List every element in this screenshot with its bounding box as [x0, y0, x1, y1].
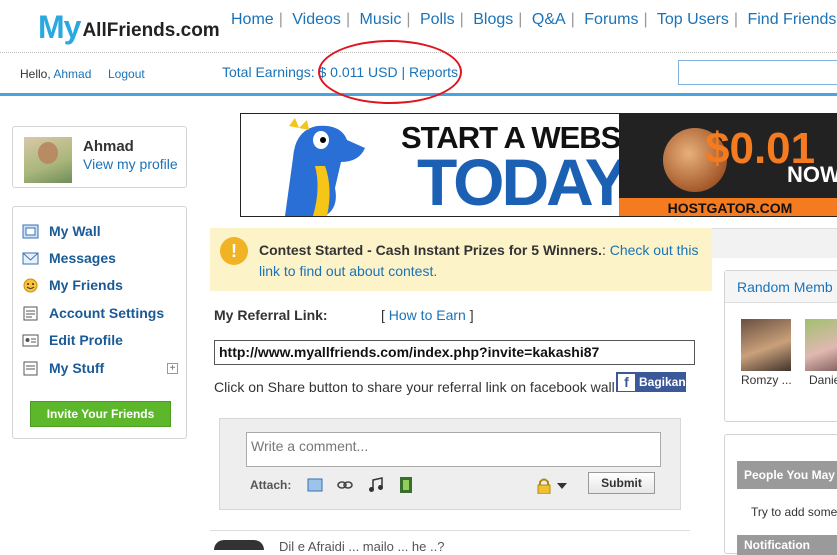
people-you-may-know-box: People You May Try to add some Notificat…: [724, 434, 837, 555]
sidebar-item-label: My Wall: [49, 223, 101, 239]
comment-textarea[interactable]: Write a comment...: [246, 432, 661, 467]
member-name[interactable]: Romzy ...: [741, 373, 792, 387]
contest-notice: ! Contest Started - Cash Instant Prizes …: [210, 228, 712, 291]
how-to-earn-link[interactable]: How to Earn: [389, 307, 466, 323]
friends-icon: [23, 278, 38, 292]
facebook-share-label: Bagikan: [639, 375, 686, 389]
submit-button[interactable]: Submit: [588, 472, 655, 494]
feed-avatar[interactable]: [214, 540, 264, 550]
top-navigation: Home | Videos | Music | Polls | Blogs | Q&A | …: [231, 11, 837, 28]
referral-label: My Referral Link:: [214, 307, 328, 323]
sidebar-item-label: Messages: [49, 250, 116, 266]
nav-polls[interactable]: Polls: [420, 11, 455, 28]
greeting-label: Hello,: [20, 67, 51, 81]
nav-music[interactable]: Music: [360, 11, 402, 28]
annotation-circle: [318, 40, 462, 104]
profile-name: Ahmad: [83, 138, 134, 155]
feed-divider: [210, 530, 690, 531]
random-members-title: Random Memb: [725, 271, 837, 303]
logo-my: My: [38, 9, 81, 45]
people-you-may-text: Try to add some: [751, 505, 837, 519]
how-to-earn-bracket-close: ]: [469, 307, 474, 323]
greeting-username: Ahmad: [53, 67, 92, 81]
nav-videos[interactable]: Videos: [292, 11, 341, 28]
sidebar-item-edit-profile[interactable]: Edit Profile: [22, 330, 123, 350]
facebook-share-button[interactable]: f Bagikan: [616, 372, 686, 392]
random-members-box: Random Memb Romzy ... Danie: [724, 270, 837, 422]
search-input[interactable]: [678, 60, 837, 85]
edit-profile-icon: [22, 334, 39, 346]
sidebar-item-account-settings[interactable]: Account Settings: [22, 303, 164, 323]
sidebar-item-label: My Friends: [49, 277, 123, 293]
how-to-earn: [ How to Earn ]: [381, 307, 474, 323]
attach-label: Attach:: [250, 478, 292, 492]
banner-price-panel: $0.01 NOW HOSTGATOR.COM: [619, 114, 837, 216]
expand-plus-icon[interactable]: +: [167, 363, 178, 374]
sidebar-menu: My Wall Messages My Friends Account Sett…: [12, 206, 187, 439]
nav-forums[interactable]: Forums: [584, 11, 638, 28]
share-instructions: Click on Share button to share your refe…: [214, 379, 615, 395]
how-to-earn-bracket-open: [: [381, 307, 385, 323]
people-you-may-title: People You May: [737, 461, 837, 489]
feed-item-text: Dil e Afraidi ... mailo ... he ..?: [279, 539, 445, 554]
banner-domain: HOSTGATOR.COM: [619, 198, 837, 216]
facebook-icon: f: [618, 373, 635, 391]
contest-text: Contest Started - Cash Instant Prizes fo…: [259, 240, 709, 282]
right-column-header: [712, 228, 837, 258]
logout-link[interactable]: Logout: [108, 67, 145, 81]
lock-icon[interactable]: [536, 477, 552, 494]
video-icon[interactable]: [398, 477, 414, 493]
nav-find-friends[interactable]: Find Friends: [747, 11, 836, 28]
settings-icon: [23, 306, 38, 320]
wall-icon: [22, 224, 39, 238]
sidebar-item-label: My Stuff: [49, 360, 105, 376]
member-photo[interactable]: [741, 319, 791, 371]
referral-url-field[interactable]: http://www.myallfriends.com/index.php?in…: [214, 340, 695, 365]
comment-composer: Write a comment... Attach: Submit: [219, 418, 681, 510]
notifications-title: Notification: [737, 535, 837, 555]
member-name[interactable]: Danie: [809, 373, 837, 387]
sidebar-item-messages[interactable]: Messages: [22, 248, 116, 268]
contest-colon: :: [601, 242, 606, 258]
contest-title: Contest Started - Cash Instant Prizes fo…: [259, 242, 602, 258]
hostgator-ad-banner[interactable]: START A WEBSITE TODAY $0.01 NOW HOSTGATO…: [240, 113, 837, 217]
greeting: Hello, Ahmad: [20, 67, 91, 81]
nav-blogs[interactable]: Blogs: [473, 11, 513, 28]
avatar[interactable]: [24, 137, 72, 183]
gator-mascot-icon: [285, 118, 365, 216]
sidebar-item-my-stuff[interactable]: My Stuff: [22, 358, 104, 378]
banner-line-2: TODAY: [417, 145, 629, 217]
link-icon[interactable]: [337, 477, 353, 493]
privacy-dropdown-icon[interactable]: [557, 483, 567, 489]
nav-top-users[interactable]: Top Users: [657, 11, 729, 28]
invite-friends-button[interactable]: Invite Your Friends: [30, 401, 171, 427]
view-profile-link[interactable]: View my profile: [83, 156, 178, 172]
banner-now: NOW: [787, 162, 837, 187]
site-logo[interactable]: My AllFriends.com: [38, 8, 220, 44]
nav-home[interactable]: Home: [231, 11, 274, 28]
profile-card: Ahmad View my profile: [12, 126, 187, 188]
messages-icon: [22, 252, 39, 264]
sidebar-item-label: Account Settings: [49, 305, 165, 321]
nav-qa[interactable]: Q&A: [532, 11, 566, 28]
sidebar-item-my-wall[interactable]: My Wall: [22, 221, 101, 241]
music-icon[interactable]: [368, 477, 384, 493]
image-icon[interactable]: [307, 477, 323, 493]
member-photo[interactable]: [805, 319, 837, 371]
sidebar-item-label: Edit Profile: [49, 332, 123, 348]
sidebar-item-my-friends[interactable]: My Friends: [22, 275, 123, 295]
stuff-icon: [23, 361, 38, 375]
info-icon: !: [220, 237, 248, 265]
logo-name: AllFriends.com: [82, 20, 220, 41]
